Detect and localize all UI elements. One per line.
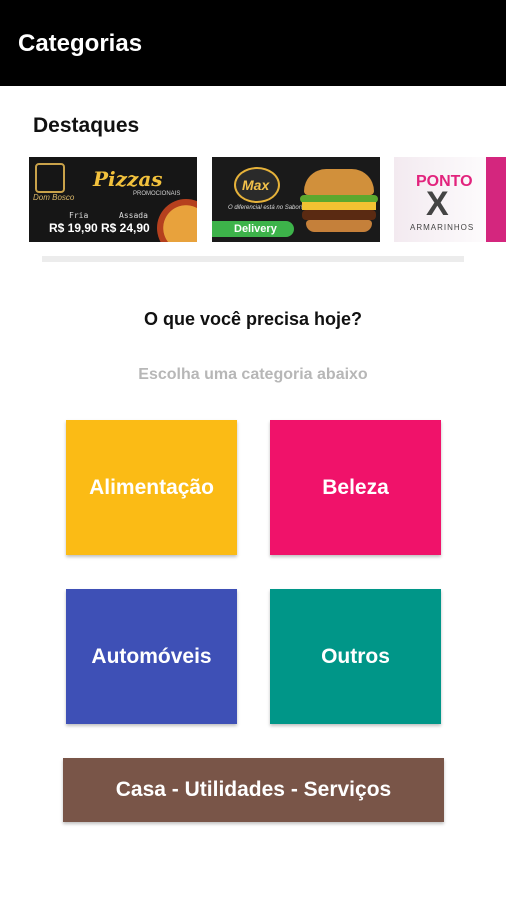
banner-subtitle: PROMOCIONAIS: [133, 191, 181, 197]
category-beleza-button[interactable]: Beleza: [270, 420, 441, 555]
category-hint: Escolha uma categoria abaixo: [138, 366, 368, 383]
price-label-1: Fria: [69, 211, 89, 220]
price-1: R$ 19,90: [49, 221, 98, 235]
category-outros-button[interactable]: Outros: [270, 589, 441, 724]
restaurant-logo-icon: [35, 163, 65, 193]
brand-mark: X: [426, 185, 449, 223]
banner-tagline: O diferencial está no Sabor!: [228, 205, 303, 211]
banner-burger[interactable]: Max O diferencial está no Sabor! Deliver…: [212, 157, 380, 242]
category-automoveis-button[interactable]: Automóveis: [66, 589, 237, 724]
question-heading: O que você precisa hoje?: [143, 309, 363, 329]
featured-title: Destaques: [33, 114, 140, 137]
price-2: R$ 24,90: [101, 221, 150, 235]
banner-title: Pizzas: [93, 167, 163, 191]
category-alimentacao-button[interactable]: Alimentação: [66, 420, 237, 555]
banner-ponto-x[interactable]: PONTO X ARMARINHOS: [394, 157, 506, 242]
page-title: Categorias: [18, 30, 143, 57]
delivery-badge: Delivery: [212, 221, 294, 237]
price-label-2: Assada: [119, 211, 148, 220]
category-casa-utilidades-servicos-button[interactable]: Casa - Utilidades - Serviços: [63, 758, 444, 822]
pink-stripe: [486, 157, 506, 242]
app-bar: Categorias: [0, 0, 506, 86]
section-divider: [42, 256, 464, 262]
burger-image-icon: [300, 169, 378, 235]
badge-text: Max: [242, 177, 270, 193]
logo-text: Dom Bosco: [33, 193, 75, 202]
featured-carousel[interactable]: Dom Bosco Pizzas PROMOCIONAIS Fria Assad…: [0, 157, 506, 243]
pizza-image-icon: [157, 199, 197, 242]
banner-pizzas[interactable]: Dom Bosco Pizzas PROMOCIONAIS Fria Assad…: [29, 157, 197, 242]
banner-subtitle: ARMARINHOS: [410, 223, 475, 232]
